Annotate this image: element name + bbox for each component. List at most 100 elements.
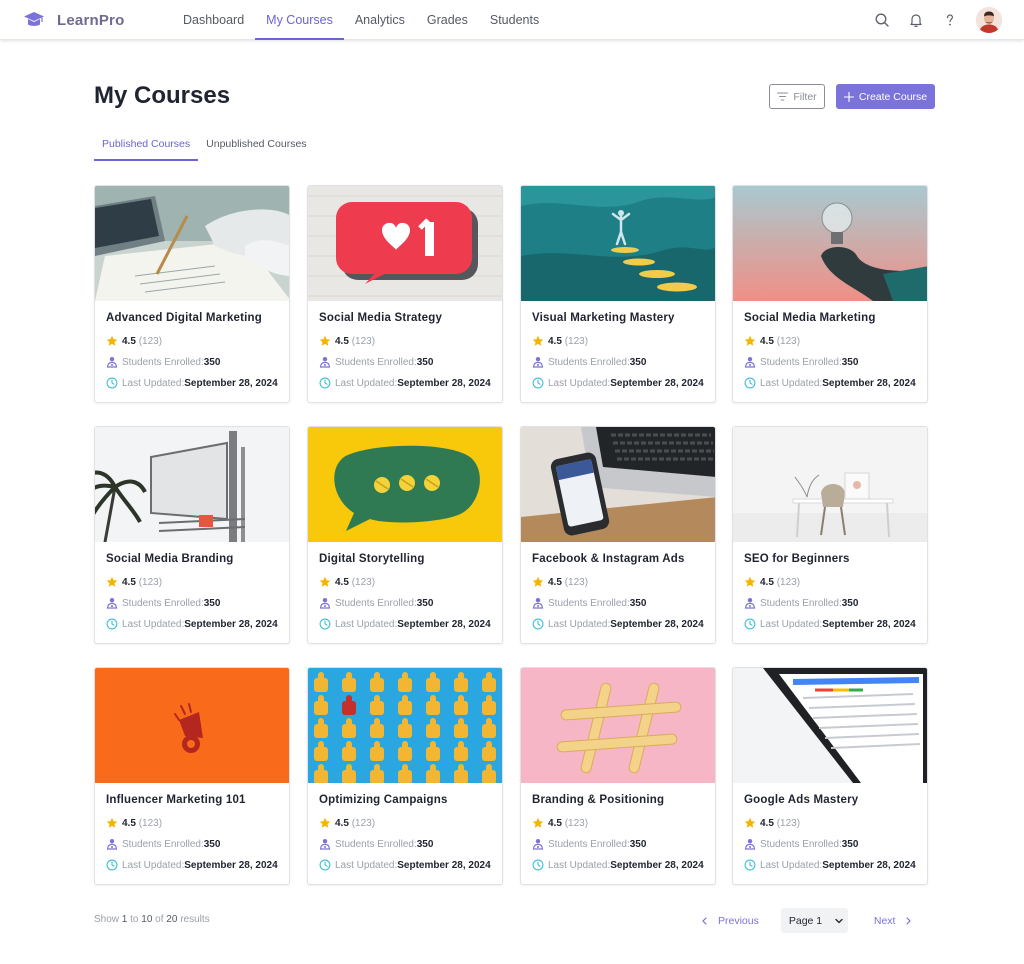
course-rating: 4.5 (123) (744, 576, 800, 588)
course-card-seo-for-beginners[interactable]: SEO for Beginners 4.5 (123) Students Enrol… (732, 426, 928, 644)
clock-icon (319, 859, 331, 871)
clock-icon (106, 377, 118, 389)
updated-label: Last Updated: (760, 859, 823, 871)
results-of-word: of (155, 914, 164, 925)
rating-value: 4.5 (335, 576, 349, 588)
students-label: Students Enrolled: (122, 597, 204, 609)
top-navbar: LearnPro Dashboard My Courses Analytics Gra… (0, 0, 1024, 40)
clock-icon (744, 859, 756, 871)
last-updated: Last Updated: September 28, 2024 (106, 618, 278, 630)
help-icon[interactable] (937, 7, 963, 33)
students-enrolled: Students Enrolled: 350 (744, 356, 858, 368)
rating-value: 4.5 (548, 817, 562, 829)
course-card-facebook-and-instagram-ads[interactable]: Facebook & Instagram Ads 4.5 (123) Student… (520, 426, 716, 644)
students-count: 350 (203, 838, 221, 850)
students-enrolled: Students Enrolled: 350 (532, 838, 646, 850)
users-icon (532, 357, 544, 368)
updated-label: Last Updated: (760, 618, 823, 630)
rating-value: 4.5 (335, 817, 349, 829)
review-count: (123) (776, 817, 801, 829)
students-count: 350 (841, 838, 859, 850)
tab-unpublished-courses[interactable]: Unpublished Courses (198, 132, 314, 161)
last-updated: Last Updated: September 28, 2024 (106, 377, 278, 389)
updated-label: Last Updated: (335, 377, 398, 389)
students-enrolled: Students Enrolled: 350 (106, 356, 220, 368)
course-thumbnail (733, 186, 927, 301)
course-card-digital-storytelling[interactable]: Digital Storytelling 4.5 (123) Students En… (307, 426, 503, 644)
students-enrolled: Students Enrolled: 350 (744, 838, 858, 850)
students-enrolled: Students Enrolled: 350 (319, 597, 433, 609)
course-title: Social Media Branding (106, 553, 234, 565)
course-thumbnail (308, 186, 502, 301)
brand-name: LearnPro (57, 11, 125, 29)
create-course-button[interactable]: Create Course (836, 84, 935, 109)
updated-label: Last Updated: (335, 859, 398, 871)
star-icon (744, 335, 756, 346)
last-updated: Last Updated: September 28, 2024 (744, 618, 916, 630)
clock-icon (744, 618, 756, 630)
students-label: Students Enrolled: (335, 838, 417, 850)
clock-icon (319, 377, 331, 389)
updated-date: September 28, 2024 (184, 859, 278, 871)
clock-icon (106, 859, 118, 871)
filter-button[interactable]: Filter (769, 84, 825, 109)
updated-date: September 28, 2024 (397, 377, 491, 389)
chevron-right-icon (906, 916, 912, 925)
students-enrolled: Students Enrolled: 350 (744, 597, 858, 609)
course-rating: 4.5 (123) (106, 335, 162, 347)
course-rating: 4.5 (123) (319, 576, 375, 588)
students-enrolled: Students Enrolled: 350 (319, 838, 433, 850)
students-count: 350 (416, 356, 434, 368)
results-total: 20 (166, 914, 178, 925)
students-enrolled: Students Enrolled: 350 (106, 597, 220, 609)
clock-icon (532, 859, 544, 871)
course-card-social-media-marketing[interactable]: Social Media Marketing 4.5 (123) Students … (732, 185, 928, 403)
user-avatar[interactable] (976, 7, 1002, 33)
course-card-influencer-marketing-101[interactable]: Influencer Marketing 101 4.5 (123) Student… (94, 667, 290, 885)
updated-date: September 28, 2024 (397, 859, 491, 871)
review-count: (123) (564, 817, 589, 829)
nav-analytics[interactable]: Analytics (344, 0, 416, 40)
course-rating: 4.5 (123) (319, 335, 375, 347)
last-updated: Last Updated: September 28, 2024 (319, 377, 491, 389)
nav-dashboard[interactable]: Dashboard (172, 0, 255, 40)
review-count: (123) (138, 576, 163, 588)
course-card-advanced-digital-marketing[interactable]: Advanced Digital Marketing 4.5 (123) Stude… (94, 185, 290, 403)
bell-icon[interactable] (903, 7, 929, 33)
previous-page-button[interactable]: Previous (700, 915, 759, 927)
course-title: Visual Marketing Mastery (532, 312, 675, 324)
students-count: 350 (629, 356, 647, 368)
nav-grades[interactable]: Grades (416, 0, 479, 40)
filter-label: Filter (793, 90, 817, 103)
star-icon (106, 335, 118, 346)
search-icon[interactable] (869, 7, 895, 33)
next-page-button[interactable]: Next (874, 915, 914, 927)
course-card-social-media-branding[interactable]: Social Media Branding 4.5 (123) Students E… (94, 426, 290, 644)
course-tabs: Published Courses Unpublished Courses (94, 132, 315, 161)
review-count: (123) (138, 335, 163, 347)
users-icon (744, 598, 756, 609)
users-icon (744, 839, 756, 850)
updated-date: September 28, 2024 (610, 859, 704, 871)
course-card-social-media-strategy[interactable]: Social Media Strategy 4.5 (123) Students E… (307, 185, 503, 403)
last-updated: Last Updated: September 28, 2024 (532, 859, 704, 871)
filter-icon (777, 92, 789, 101)
nav-students[interactable]: Students (479, 0, 550, 40)
course-title: Advanced Digital Marketing (106, 312, 263, 324)
course-card-visual-marketing-mastery[interactable]: Visual Marketing Mastery 4.5 (123) Student… (520, 185, 716, 403)
course-card-branding-and-positioning[interactable]: Branding & Positioning 4.5 (123) Students … (520, 667, 716, 885)
page-select[interactable]: Page 1 (780, 908, 848, 933)
page-select-value: Page 1 (788, 914, 823, 927)
last-updated: Last Updated: September 28, 2024 (532, 618, 704, 630)
review-count: (123) (351, 576, 376, 588)
students-count: 350 (416, 597, 434, 609)
last-updated: Last Updated: September 28, 2024 (744, 377, 916, 389)
course-rating: 4.5 (123) (744, 817, 800, 829)
course-card-optimizing-campaigns[interactable]: Optimizing Campaigns 4.5 (123) Students En… (307, 667, 503, 885)
brand[interactable]: LearnPro (23, 10, 124, 30)
tab-published-courses[interactable]: Published Courses (94, 132, 199, 161)
course-card-google-ads-mastery[interactable]: Google Ads Mastery 4.5 (123) Students Enro… (732, 667, 928, 885)
review-count: (123) (351, 817, 376, 829)
students-count: 350 (629, 597, 647, 609)
nav-my-courses[interactable]: My Courses (255, 0, 344, 40)
